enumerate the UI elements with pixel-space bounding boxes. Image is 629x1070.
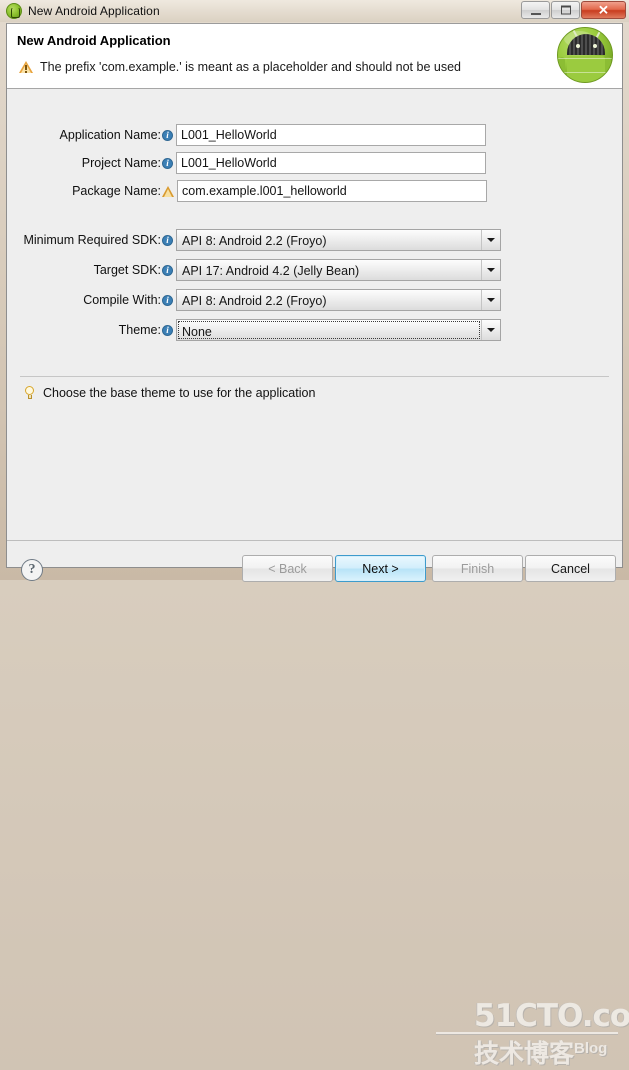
next-button[interactable]: Next >	[335, 555, 426, 582]
hint-row: Choose the base theme to use for the app…	[24, 386, 315, 400]
info-icon[interactable]	[162, 234, 173, 246]
field-row-minimum-sdk: Minimum Required SDK: API 8: Android 2.2…	[7, 229, 501, 251]
help-button[interactable]: ?	[21, 559, 43, 581]
label-theme: Theme:	[118, 323, 161, 337]
label-minimum-required-sdk: Minimum Required SDK:	[23, 233, 161, 247]
lightbulb-icon	[24, 386, 35, 400]
field-row-application-name: Application Name: L001_HelloWorld	[7, 124, 486, 146]
label-project-name: Project Name:	[81, 156, 161, 170]
maximize-button[interactable]	[551, 1, 580, 19]
header-message: The prefix 'com.example.' is meant as a …	[40, 60, 461, 74]
info-icon[interactable]	[162, 129, 173, 141]
label-package-name: Package Name:	[72, 184, 161, 198]
application-name-input[interactable]: L001_HelloWorld	[176, 124, 486, 146]
target-sdk-select[interactable]: API 17: Android 4.2 (Jelly Bean)	[176, 259, 501, 281]
label-compile-with: Compile With:	[83, 293, 161, 307]
title-bar[interactable]: New Android Application ✕	[0, 0, 629, 22]
chevron-down-icon[interactable]	[481, 290, 500, 310]
compile-with-select[interactable]: API 8: Android 2.2 (Froyo)	[176, 289, 501, 311]
maximize-icon	[560, 5, 571, 15]
section-divider	[20, 376, 609, 377]
label-application-name: Application Name:	[59, 128, 161, 142]
minimum-sdk-select[interactable]: API 8: Android 2.2 (Froyo)	[176, 229, 501, 251]
button-bar: ? < Back Next > Finish Cancel 51CTO.com …	[7, 541, 629, 1068]
warning-icon[interactable]	[162, 185, 174, 197]
project-name-input[interactable]: L001_HelloWorld	[176, 152, 486, 174]
chevron-down-icon[interactable]	[481, 260, 500, 280]
window-title: New Android Application	[28, 4, 160, 18]
info-icon[interactable]	[162, 324, 173, 336]
finish-button[interactable]: Finish	[432, 555, 523, 582]
page-title: New Android Application	[17, 33, 171, 48]
label-target-sdk: Target SDK:	[93, 263, 161, 277]
wizard-header: New Android Application The prefix 'com.…	[7, 24, 622, 89]
field-row-package-name: Package Name: com.example.l001_helloworl…	[7, 180, 487, 202]
package-name-input[interactable]: com.example.l001_helloworld	[177, 180, 487, 202]
dialog-client-area: New Android Application The prefix 'com.…	[6, 23, 629, 1068]
dialog-window: New Android Application ✕ New Android Ap…	[0, 0, 629, 1068]
back-button[interactable]: < Back	[242, 555, 333, 582]
chevron-down-icon[interactable]	[481, 320, 500, 340]
form-body: Application Name: L001_HelloWorld Projec…	[7, 90, 629, 1068]
warning-triangle-icon	[19, 60, 33, 74]
info-icon[interactable]	[162, 264, 173, 276]
chevron-down-icon[interactable]	[481, 230, 500, 250]
android-robot-logo	[557, 27, 613, 83]
theme-select[interactable]: None	[176, 319, 501, 341]
close-icon: ✕	[598, 2, 609, 18]
field-row-target-sdk: Target SDK: API 17: Android 4.2 (Jelly B…	[7, 259, 501, 281]
minimize-icon	[530, 13, 541, 15]
minimum-sdk-value: API 8: Android 2.2 (Froyo)	[182, 234, 327, 248]
android-circle-icon	[6, 3, 22, 19]
watermark: 51CTO.com 技术博客 Blog	[436, 996, 629, 1068]
minimize-button[interactable]	[521, 1, 550, 19]
field-row-project-name: Project Name: L001_HelloWorld	[7, 152, 486, 174]
target-sdk-value: API 17: Android 4.2 (Jelly Bean)	[182, 264, 360, 278]
watermark-line3: Blog	[574, 1040, 608, 1057]
info-icon[interactable]	[162, 157, 173, 169]
window-controls: ✕	[521, 1, 626, 19]
hint-text: Choose the base theme to use for the app…	[43, 386, 316, 400]
info-icon[interactable]	[162, 294, 173, 306]
field-row-compile-with: Compile With: API 8: Android 2.2 (Froyo)	[7, 289, 501, 311]
close-button[interactable]: ✕	[581, 1, 626, 19]
watermark-line1: 51CTO.com	[474, 998, 629, 1034]
cancel-button[interactable]: Cancel	[525, 555, 616, 582]
header-message-row: The prefix 'com.example.' is meant as a …	[19, 60, 461, 74]
compile-with-value: API 8: Android 2.2 (Froyo)	[182, 294, 327, 308]
field-row-theme: Theme: None	[7, 319, 501, 341]
watermark-line2: 技术博客	[474, 1040, 575, 1068]
theme-value: None	[178, 321, 480, 339]
